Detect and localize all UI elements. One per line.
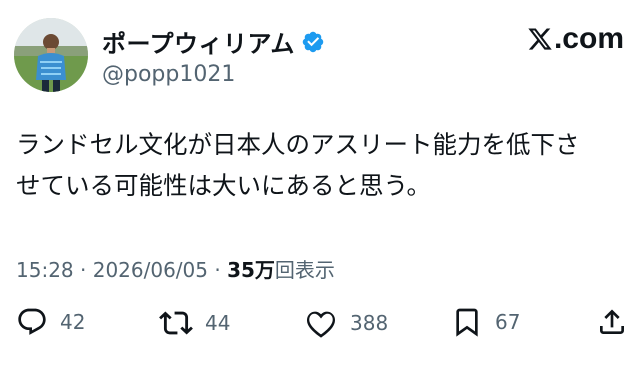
logo-text: .com	[553, 22, 624, 55]
share-button[interactable]	[596, 306, 628, 338]
x-com-logo: .com	[527, 22, 624, 56]
meta-separator: ·	[214, 258, 221, 282]
verified-badge-icon	[302, 31, 324, 52]
repost-button[interactable]: 44	[159, 306, 230, 340]
views-count: 35万	[227, 258, 275, 282]
bookmark-count: 67	[495, 310, 521, 334]
tweet-time[interactable]: 15:28	[16, 258, 74, 282]
meta-separator: ·	[80, 258, 87, 282]
bookmark-button[interactable]: 67	[451, 306, 520, 338]
bookmark-icon	[456, 308, 478, 337]
reply-count: 42	[60, 310, 86, 334]
tweet-header: ポープウィリアム @popp1021 .com	[14, 18, 626, 96]
x-logo-icon	[528, 28, 552, 50]
avatar-photo	[14, 18, 88, 92]
name-row: ポープウィリアム	[102, 24, 325, 59]
repost-icon	[159, 311, 193, 335]
display-name[interactable]: ポープウィリアム	[102, 24, 295, 59]
tweet-text: ランドセル文化が日本人のアスリート能力を低下さ せている可能性は大いにあると思う…	[16, 130, 580, 200]
reply-icon	[18, 308, 46, 335]
heart-icon	[306, 311, 336, 338]
views-label: 回表示	[274, 258, 335, 282]
avatar[interactable]	[14, 18, 88, 92]
like-count: 388	[350, 311, 389, 335]
tweet-meta: 15:28 · 2026/06/05 · 35万回表示	[16, 254, 335, 283]
action-bar: 42 44 388 67	[16, 306, 628, 346]
repost-count: 44	[205, 311, 231, 335]
tweet-date[interactable]: 2026/06/05	[93, 258, 208, 282]
share-icon	[600, 309, 624, 334]
reply-button[interactable]: 42	[16, 306, 85, 338]
user-handle[interactable]: @popp1021	[102, 62, 235, 87]
like-button[interactable]: 388	[304, 306, 388, 340]
